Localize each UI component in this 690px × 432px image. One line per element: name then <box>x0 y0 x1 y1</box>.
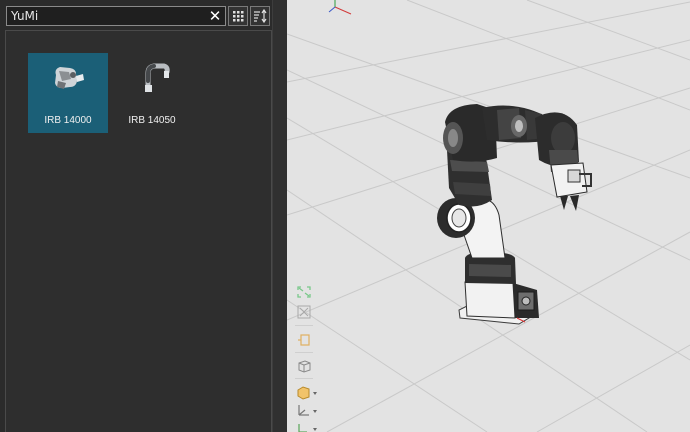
sort-icon <box>254 8 267 24</box>
library-item-irb-14000[interactable]: IRB 14000 <box>28 53 108 133</box>
panel-scrollbar[interactable] <box>272 0 287 432</box>
library-item-irb-14050[interactable]: IRB 14050 <box>112 53 192 133</box>
view-center-icon <box>298 334 310 346</box>
view-toolbar <box>289 280 319 432</box>
zoom-extents-button[interactable] <box>295 284 313 300</box>
zoom-extents-icon <box>297 286 311 298</box>
view-cube-button[interactable] <box>295 358 313 374</box>
sort-button[interactable] <box>250 6 270 26</box>
clear-search-button[interactable]: ✕ <box>207 8 223 24</box>
robot-thumbnail-icon <box>55 67 84 89</box>
grid-icon <box>233 11 244 22</box>
grid-view-button[interactable] <box>228 6 248 26</box>
search-input[interactable] <box>11 7 201 25</box>
axis-view-icon <box>298 405 317 416</box>
toolbar-divider <box>295 325 313 326</box>
box-view-button[interactable] <box>295 384 319 400</box>
zoom-window-button[interactable] <box>295 304 313 320</box>
3d-viewport[interactable] <box>287 0 690 432</box>
robot-model[interactable] <box>437 104 592 325</box>
frame-button[interactable] <box>295 420 319 432</box>
library-panel: ✕ IRB 14000 <box>0 0 287 432</box>
origin-axes-icon <box>328 0 352 15</box>
toolbar-divider <box>295 352 313 353</box>
box-view-icon <box>297 386 317 400</box>
zoom-window-icon <box>297 305 311 319</box>
view-center-button[interactable] <box>295 332 313 348</box>
close-icon: ✕ <box>208 7 222 25</box>
axis-view-button[interactable] <box>295 402 319 418</box>
floor-grid <box>287 0 690 432</box>
robot-arm-thumbnail-icon <box>145 63 170 92</box>
library-item-label: IRB 14050 <box>128 115 176 126</box>
frame-icon <box>298 424 317 432</box>
toolbar-divider <box>295 378 313 379</box>
library-item-label: IRB 14000 <box>44 115 92 126</box>
view-cube-icon <box>298 360 311 373</box>
search-box: ✕ <box>6 6 226 26</box>
